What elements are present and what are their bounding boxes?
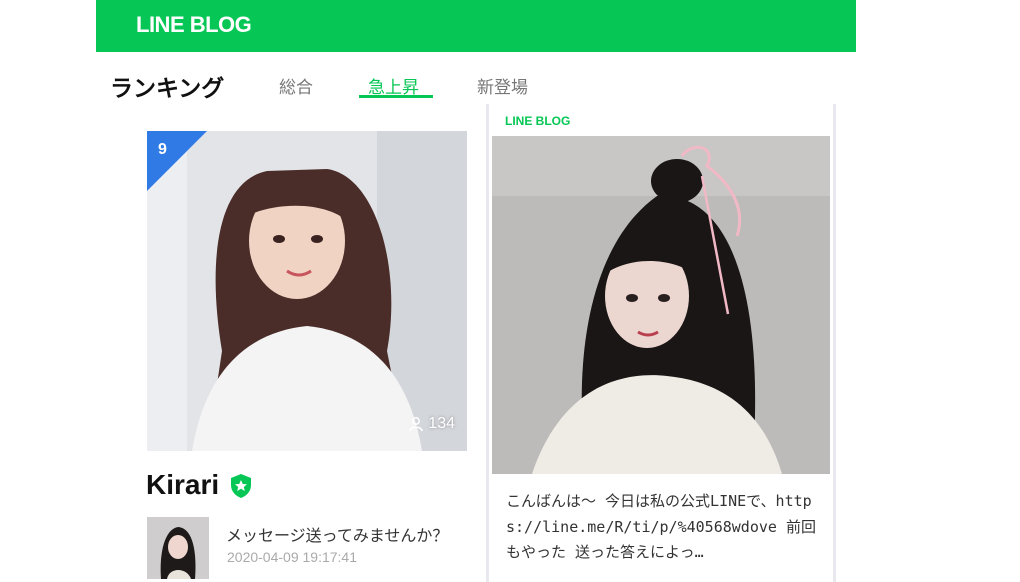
rank-badge <box>147 131 207 191</box>
post-thumbnail[interactable] <box>147 517 209 579</box>
line-blog-logo[interactable]: LINE BLOG <box>136 12 252 38</box>
preview-logo: LINE BLOG <box>505 114 571 128</box>
thumbnail-illustration <box>147 517 209 579</box>
latest-post-title[interactable]: メッセージ送ってみませんか？ <box>226 522 448 546</box>
person-icon <box>409 417 424 432</box>
preview-portrait-illustration <box>492 136 830 474</box>
follower-count: 134 <box>408 415 455 433</box>
tab-overall[interactable]: 総合 <box>279 73 313 98</box>
official-star-shield-icon <box>231 474 251 498</box>
follower-count-value: 134 <box>428 415 455 432</box>
ranking-title: ランキング <box>110 76 225 102</box>
header-bar: LINE BLOG <box>96 0 856 52</box>
rank-number: 9 <box>158 141 167 158</box>
preview-photo[interactable] <box>492 136 830 474</box>
latest-post-date: 2020-04-09 19:17:41 <box>227 549 357 565</box>
blog-cover-photo[interactable]: 9 134 <box>147 131 467 451</box>
post-preview-card[interactable]: LINE BLOG こんばんは〜 今日は私の公式LINEで、https://li… <box>486 104 836 582</box>
page: LINE BLOG ランキング 総合 急上昇 新登場 9 134 Kirari … <box>0 0 1020 582</box>
tab-new[interactable]: 新登場 <box>477 73 528 98</box>
blog-author-name[interactable]: Kirari <box>146 469 219 501</box>
preview-excerpt: こんばんは〜 今日は私の公式LINEで、https://line.me/R/ti… <box>506 492 816 561</box>
active-tab-indicator <box>359 95 433 98</box>
